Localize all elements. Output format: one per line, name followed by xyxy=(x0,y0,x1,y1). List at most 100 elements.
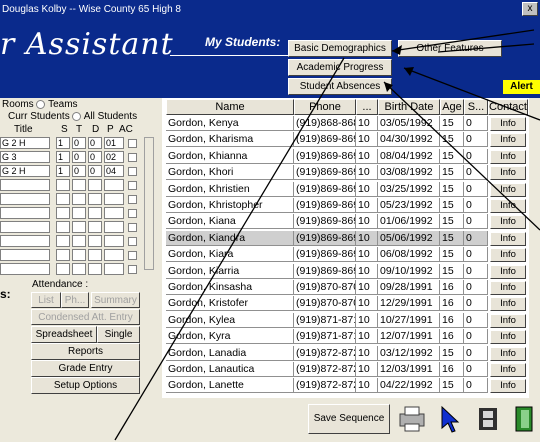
class-cell-t[interactable] xyxy=(72,207,86,219)
info-button[interactable]: Info xyxy=(490,379,526,394)
class-cell-t[interactable] xyxy=(72,249,86,261)
table-scrollbar[interactable] xyxy=(529,98,540,398)
class-ac-checkbox[interactable] xyxy=(128,265,137,274)
class-cell-p[interactable] xyxy=(104,263,124,275)
save-sequence-button[interactable]: Save Sequence xyxy=(308,404,390,434)
print-icon[interactable] xyxy=(396,404,428,434)
class-cell-d[interactable]: 0 xyxy=(88,151,102,163)
single-button[interactable]: Single xyxy=(97,326,140,343)
film-icon[interactable] xyxy=(472,404,504,434)
condensed-attendance-button[interactable]: Condensed Att. Entry xyxy=(31,309,140,325)
info-button[interactable]: Info xyxy=(490,248,526,263)
class-cell-s[interactable] xyxy=(56,193,70,205)
exit-door-icon[interactable] xyxy=(508,404,540,434)
class-cell-p[interactable] xyxy=(104,235,124,247)
header-name[interactable]: Name xyxy=(166,99,294,115)
class-ac-checkbox[interactable] xyxy=(128,139,137,148)
info-button[interactable]: Info xyxy=(490,281,526,295)
class-list-scrollbar[interactable] xyxy=(144,137,154,270)
tab-other-features[interactable]: Other Features xyxy=(398,40,502,57)
info-button[interactable]: Info xyxy=(490,182,526,197)
rooms-radio[interactable] xyxy=(36,99,46,109)
setup-options-button[interactable]: Setup Options xyxy=(31,377,140,394)
attendance-summary-button[interactable]: Summary xyxy=(91,292,140,308)
class-cell-p[interactable] xyxy=(104,249,124,261)
tab-student-absences[interactable]: Student Absences xyxy=(288,78,392,95)
class-cell-s[interactable]: 1 xyxy=(56,165,70,177)
info-button[interactable]: Info xyxy=(490,231,526,246)
class-cell-d[interactable] xyxy=(88,263,102,275)
class-cell-t[interactable] xyxy=(72,179,86,191)
spreadsheet-button[interactable]: Spreadsheet xyxy=(31,326,97,343)
class-cell-t[interactable]: 0 xyxy=(72,137,86,149)
class-cell-d[interactable] xyxy=(88,193,102,205)
close-icon[interactable]: x xyxy=(522,2,538,16)
class-cell-p[interactable] xyxy=(104,179,124,191)
class-cell-d[interactable] xyxy=(88,235,102,247)
class-cell-title[interactable] xyxy=(0,263,50,275)
class-ac-checkbox[interactable] xyxy=(128,181,137,190)
class-cell-s[interactable] xyxy=(56,179,70,191)
class-cell-t[interactable] xyxy=(72,193,86,205)
reports-button[interactable]: Reports xyxy=(31,343,140,360)
class-cell-title[interactable] xyxy=(0,179,50,191)
class-cell-p[interactable] xyxy=(104,207,124,219)
class-cell-d[interactable] xyxy=(88,207,102,219)
info-button[interactable]: Info xyxy=(490,166,526,181)
header-phone[interactable]: Phone xyxy=(294,99,356,115)
info-button[interactable]: Info xyxy=(490,117,526,131)
all-students-radio[interactable] xyxy=(72,111,82,121)
class-cell-title[interactable] xyxy=(0,193,50,205)
student-scope[interactable]: Curr Students All Students xyxy=(8,111,137,122)
class-cell-s[interactable] xyxy=(56,207,70,219)
info-button[interactable]: Info xyxy=(490,264,526,279)
class-ac-checkbox[interactable] xyxy=(128,195,137,204)
attendance-list-button[interactable]: List xyxy=(31,292,61,308)
class-cell-title[interactable] xyxy=(0,235,50,247)
class-cell-s[interactable] xyxy=(56,221,70,233)
class-cell-d[interactable] xyxy=(88,179,102,191)
info-button[interactable]: Info xyxy=(490,215,526,230)
class-cell-p[interactable]: 04 xyxy=(104,165,124,177)
class-cell-d[interactable]: 0 xyxy=(88,165,102,177)
header-birth-date[interactable]: Birth Date xyxy=(378,99,440,115)
class-cell-p[interactable] xyxy=(104,193,124,205)
class-cell-p[interactable]: 01 xyxy=(104,137,124,149)
class-cell-d[interactable] xyxy=(88,249,102,261)
info-button[interactable]: Info xyxy=(490,297,526,312)
class-cell-title[interactable] xyxy=(0,249,50,261)
class-ac-checkbox[interactable] xyxy=(128,251,137,260)
class-cell-title[interactable]: G 3 xyxy=(0,151,50,163)
tab-basic-demographics[interactable]: Basic Demographics xyxy=(288,40,392,57)
info-button[interactable]: Info xyxy=(490,330,526,345)
view-option-rooms[interactable]: Rooms Teams xyxy=(2,99,78,110)
class-ac-checkbox[interactable] xyxy=(128,209,137,218)
class-cell-d[interactable] xyxy=(88,221,102,233)
grade-entry-button[interactable]: Grade Entry xyxy=(31,360,140,377)
class-cell-title[interactable]: G 2 H xyxy=(0,137,50,149)
info-button[interactable]: Info xyxy=(490,199,526,213)
class-cell-t[interactable] xyxy=(72,263,86,275)
class-cell-t[interactable]: 0 xyxy=(72,151,86,163)
info-button[interactable]: Info xyxy=(490,149,526,164)
class-cell-s[interactable] xyxy=(56,263,70,275)
class-ac-checkbox[interactable] xyxy=(128,153,137,162)
class-cell-p[interactable]: 02 xyxy=(104,151,124,163)
class-cell-s[interactable]: 1 xyxy=(56,151,70,163)
info-button[interactable]: Info xyxy=(490,313,526,328)
alert-badge[interactable]: Alert xyxy=(503,80,540,94)
header-s[interactable]: S... xyxy=(464,99,488,115)
class-cell-t[interactable]: 0 xyxy=(72,165,86,177)
tab-academic-progress[interactable]: Academic Progress xyxy=(288,59,392,76)
info-button[interactable]: Info xyxy=(490,346,526,361)
info-button[interactable]: Info xyxy=(490,363,526,377)
class-ac-checkbox[interactable] xyxy=(128,237,137,246)
class-cell-d[interactable]: 0 xyxy=(88,137,102,149)
class-cell-p[interactable] xyxy=(104,221,124,233)
class-cell-s[interactable]: 1 xyxy=(56,137,70,149)
header-contact[interactable]: Contact xyxy=(488,99,528,115)
class-cell-t[interactable] xyxy=(72,235,86,247)
info-button[interactable]: Info xyxy=(490,133,526,148)
class-cell-s[interactable] xyxy=(56,235,70,247)
header-extra[interactable]: ... xyxy=(356,99,378,115)
